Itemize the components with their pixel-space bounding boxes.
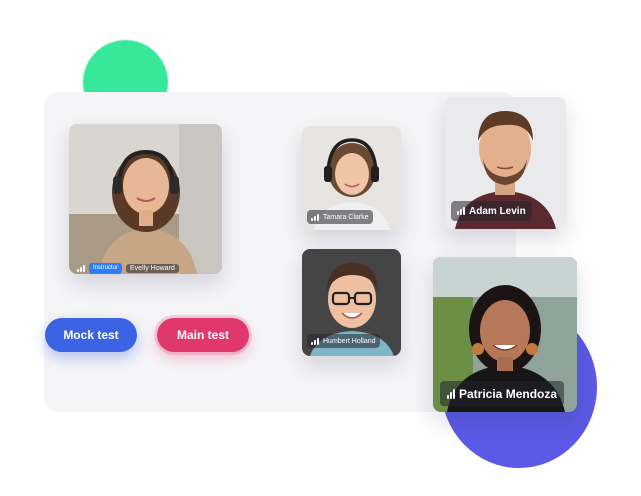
- participant-name-tag: Patricia Mendoza: [440, 381, 565, 406]
- participant-name-tag: Tamara Clarke: [307, 210, 373, 224]
- participant-name: Tamara Clarke: [323, 213, 369, 221]
- participant-name-tag: Humbert Holland: [307, 334, 380, 348]
- video-tile-tamara-clarke[interactable]: Tamara Clarke: [302, 126, 401, 230]
- video-tile-adam-levin[interactable]: Adam Levin: [445, 97, 566, 229]
- instructor-badge: Instructor: [89, 262, 123, 274]
- participant-name-tag: Adam Levin: [451, 201, 532, 221]
- video-tile-instructor[interactable]: Instructor Evelly Howard: [69, 124, 222, 274]
- signal-bars-icon: [311, 213, 319, 221]
- mock-test-button[interactable]: Mock test: [45, 318, 137, 352]
- main-test-button[interactable]: Main test: [157, 318, 249, 352]
- signal-bars-icon: [77, 264, 85, 272]
- participant-name: Evelly Howard: [126, 263, 179, 273]
- participant-name: Adam Levin: [469, 205, 526, 217]
- signal-bars-icon: [457, 207, 465, 215]
- participant-video: [69, 124, 222, 274]
- participant-name: Patricia Mendoza: [459, 386, 558, 401]
- video-tile-patricia-mendoza[interactable]: Patricia Mendoza: [433, 257, 577, 412]
- video-tile-humbert-holland[interactable]: Humbert Holland: [302, 249, 401, 356]
- signal-bars-icon: [311, 337, 319, 345]
- signal-bars-icon: [447, 388, 455, 399]
- participant-name-tag: Instructor Evelly Howard: [75, 261, 183, 274]
- participant-name: Humbert Holland: [323, 337, 376, 345]
